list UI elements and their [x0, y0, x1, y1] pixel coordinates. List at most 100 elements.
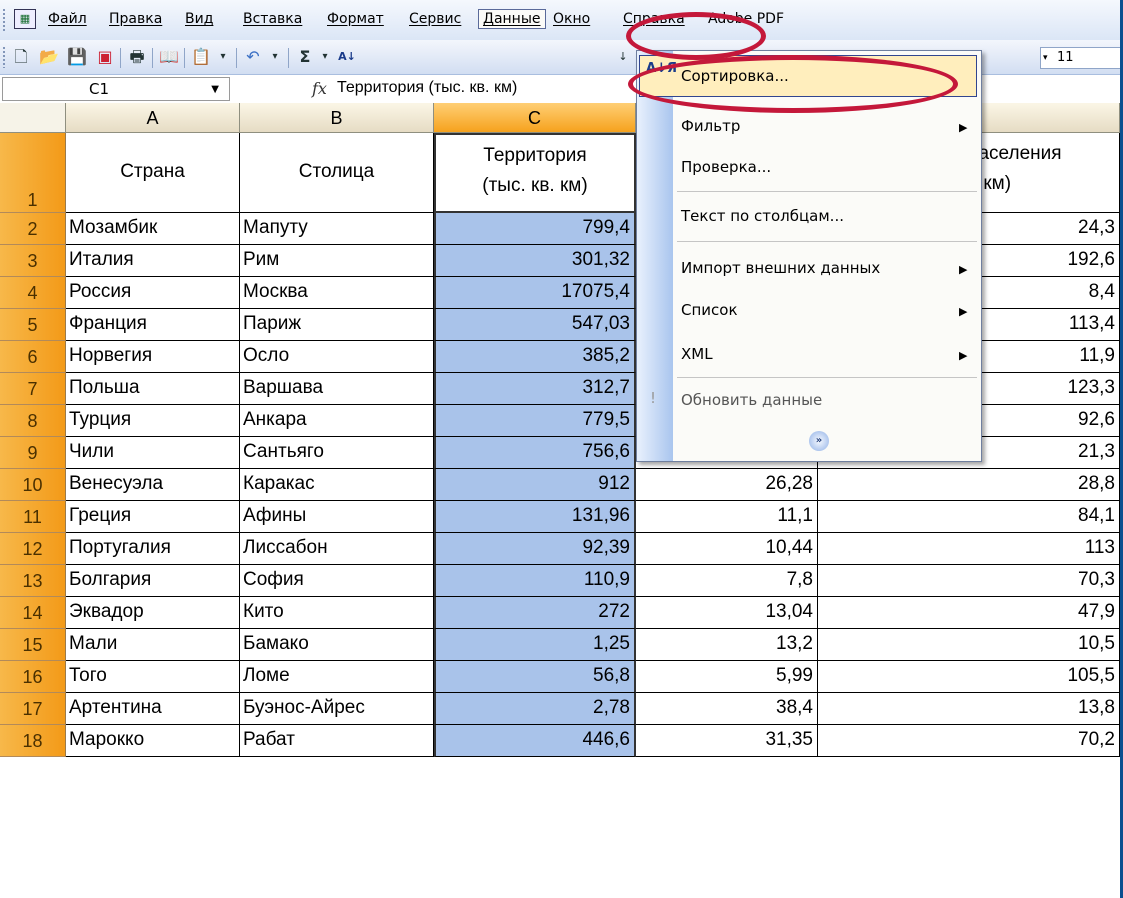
- open-folder-icon[interactable]: 📂: [38, 47, 60, 67]
- table-cell-country[interactable]: Россия: [66, 277, 240, 309]
- table-cell-country[interactable]: Чили: [66, 437, 240, 469]
- table-cell-density[interactable]: 70,3: [818, 565, 1120, 597]
- select-all-corner[interactable]: [0, 103, 66, 133]
- row-header[interactable]: 10: [0, 469, 66, 501]
- table-cell-country[interactable]: Венесуэла: [66, 469, 240, 501]
- table-cell-population[interactable]: 5,99: [636, 661, 818, 693]
- table-cell-population[interactable]: 31,35: [636, 725, 818, 757]
- row-header[interactable]: 15: [0, 629, 66, 661]
- font-size-dropdown-icon[interactable]: ▾: [1043, 48, 1048, 68]
- row-header[interactable]: 4: [0, 277, 66, 309]
- table-cell-capital[interactable]: Буэнос-Айрес: [240, 693, 434, 725]
- table-cell-territory[interactable]: 446,6: [434, 725, 636, 757]
- row-header[interactable]: 6: [0, 341, 66, 373]
- table-cell-density[interactable]: 84,1: [818, 501, 1120, 533]
- menu-file[interactable]: Файл: [48, 11, 87, 27]
- table-cell-territory[interactable]: 110,9: [434, 565, 636, 597]
- table-cell-territory[interactable]: 912: [434, 469, 636, 501]
- table-cell-territory[interactable]: 312,7: [434, 373, 636, 405]
- table-cell-country[interactable]: Норвегия: [66, 341, 240, 373]
- column-header-a[interactable]: A: [66, 103, 240, 133]
- header-cell-country[interactable]: Страна: [66, 133, 240, 213]
- expand-menu-icon[interactable]: »: [809, 431, 829, 451]
- research-icon[interactable]: 📖: [158, 47, 180, 67]
- table-cell-capital[interactable]: Бамако: [240, 629, 434, 661]
- table-cell-population[interactable]: 11,1: [636, 501, 818, 533]
- menu-window[interactable]: Окно: [553, 11, 590, 27]
- table-cell-territory[interactable]: 1,25: [434, 629, 636, 661]
- table-cell-population[interactable]: 13,2: [636, 629, 818, 661]
- name-box-dropdown-icon[interactable]: ▼: [211, 79, 219, 101]
- table-cell-country[interactable]: Греция: [66, 501, 240, 533]
- menu-view[interactable]: Вид: [185, 11, 213, 27]
- table-cell-density[interactable]: 113: [818, 533, 1120, 565]
- row-header[interactable]: 16: [0, 661, 66, 693]
- table-cell-country[interactable]: Эквадор: [66, 597, 240, 629]
- row-header[interactable]: 5: [0, 309, 66, 341]
- table-cell-capital[interactable]: Москва: [240, 277, 434, 309]
- toolbar-grip[interactable]: [2, 46, 6, 68]
- menu-edit[interactable]: Правка: [109, 11, 162, 27]
- row-header[interactable]: 9: [0, 437, 66, 469]
- row-header[interactable]: 17: [0, 693, 66, 725]
- table-cell-territory[interactable]: 56,8: [434, 661, 636, 693]
- table-cell-country[interactable]: Польша: [66, 373, 240, 405]
- row-header[interactable]: 3: [0, 245, 66, 277]
- row-header[interactable]: 13: [0, 565, 66, 597]
- undo-dropdown-icon[interactable]: ▾: [264, 47, 286, 67]
- table-cell-territory[interactable]: 756,6: [434, 437, 636, 469]
- table-cell-country[interactable]: Турция: [66, 405, 240, 437]
- table-cell-territory[interactable]: 2,78: [434, 693, 636, 725]
- table-cell-capital[interactable]: Каракас: [240, 469, 434, 501]
- table-cell-capital[interactable]: Мапуту: [240, 213, 434, 245]
- menu-format[interactable]: Формат: [327, 11, 384, 27]
- table-cell-country[interactable]: Португалия: [66, 533, 240, 565]
- autosum-icon[interactable]: Σ: [294, 47, 316, 67]
- function-icon[interactable]: fx: [312, 79, 327, 98]
- table-cell-density[interactable]: 13,8: [818, 693, 1120, 725]
- save-icon[interactable]: 💾: [66, 47, 88, 67]
- table-cell-capital[interactable]: Рабат: [240, 725, 434, 757]
- table-cell-territory[interactable]: 799,4: [434, 213, 636, 245]
- table-cell-capital[interactable]: Сантьяго: [240, 437, 434, 469]
- row-header[interactable]: 18: [0, 725, 66, 757]
- table-cell-capital[interactable]: Анкара: [240, 405, 434, 437]
- table-cell-territory[interactable]: 301,32: [434, 245, 636, 277]
- table-cell-capital[interactable]: Афины: [240, 501, 434, 533]
- workbook-icon[interactable]: ▦: [14, 9, 36, 29]
- menu-item-import-external-data[interactable]: Импорт внешних данных: [681, 259, 880, 277]
- row-header[interactable]: 8: [0, 405, 66, 437]
- table-cell-country[interactable]: Италия: [66, 245, 240, 277]
- table-cell-population[interactable]: 7,8: [636, 565, 818, 597]
- table-cell-country[interactable]: Мали: [66, 629, 240, 661]
- menu-item-xml[interactable]: XML: [681, 345, 713, 363]
- table-cell-territory[interactable]: 131,96: [434, 501, 636, 533]
- table-cell-capital[interactable]: София: [240, 565, 434, 597]
- menu-item-text-to-columns[interactable]: Текст по столбцам...: [681, 207, 844, 225]
- table-cell-territory[interactable]: 92,39: [434, 533, 636, 565]
- table-cell-territory[interactable]: 547,03: [434, 309, 636, 341]
- row-header[interactable]: 1: [0, 133, 66, 213]
- paste-dropdown-icon[interactable]: ▾: [212, 47, 234, 67]
- table-cell-capital[interactable]: Рим: [240, 245, 434, 277]
- table-cell-population[interactable]: 13,04: [636, 597, 818, 629]
- table-cell-population[interactable]: 10,44: [636, 533, 818, 565]
- new-document-icon[interactable]: 🗋: [10, 47, 32, 67]
- menu-item-filter[interactable]: Фильтр: [681, 117, 740, 135]
- table-cell-country[interactable]: Того: [66, 661, 240, 693]
- table-cell-density[interactable]: 47,9: [818, 597, 1120, 629]
- table-cell-capital[interactable]: Париж: [240, 309, 434, 341]
- print-icon[interactable]: 🖶: [126, 47, 148, 67]
- table-cell-capital[interactable]: Ломе: [240, 661, 434, 693]
- table-cell-territory[interactable]: 779,5: [434, 405, 636, 437]
- row-header[interactable]: 14: [0, 597, 66, 629]
- table-cell-country[interactable]: Мозамбик: [66, 213, 240, 245]
- table-cell-territory[interactable]: 17075,4: [434, 277, 636, 309]
- table-cell-capital[interactable]: Кито: [240, 597, 434, 629]
- table-cell-territory[interactable]: 272: [434, 597, 636, 629]
- row-header[interactable]: 12: [0, 533, 66, 565]
- column-header-c[interactable]: C: [434, 103, 636, 133]
- table-cell-density[interactable]: 105,5: [818, 661, 1120, 693]
- column-header-b[interactable]: B: [240, 103, 434, 133]
- menubar-grip[interactable]: [2, 8, 6, 32]
